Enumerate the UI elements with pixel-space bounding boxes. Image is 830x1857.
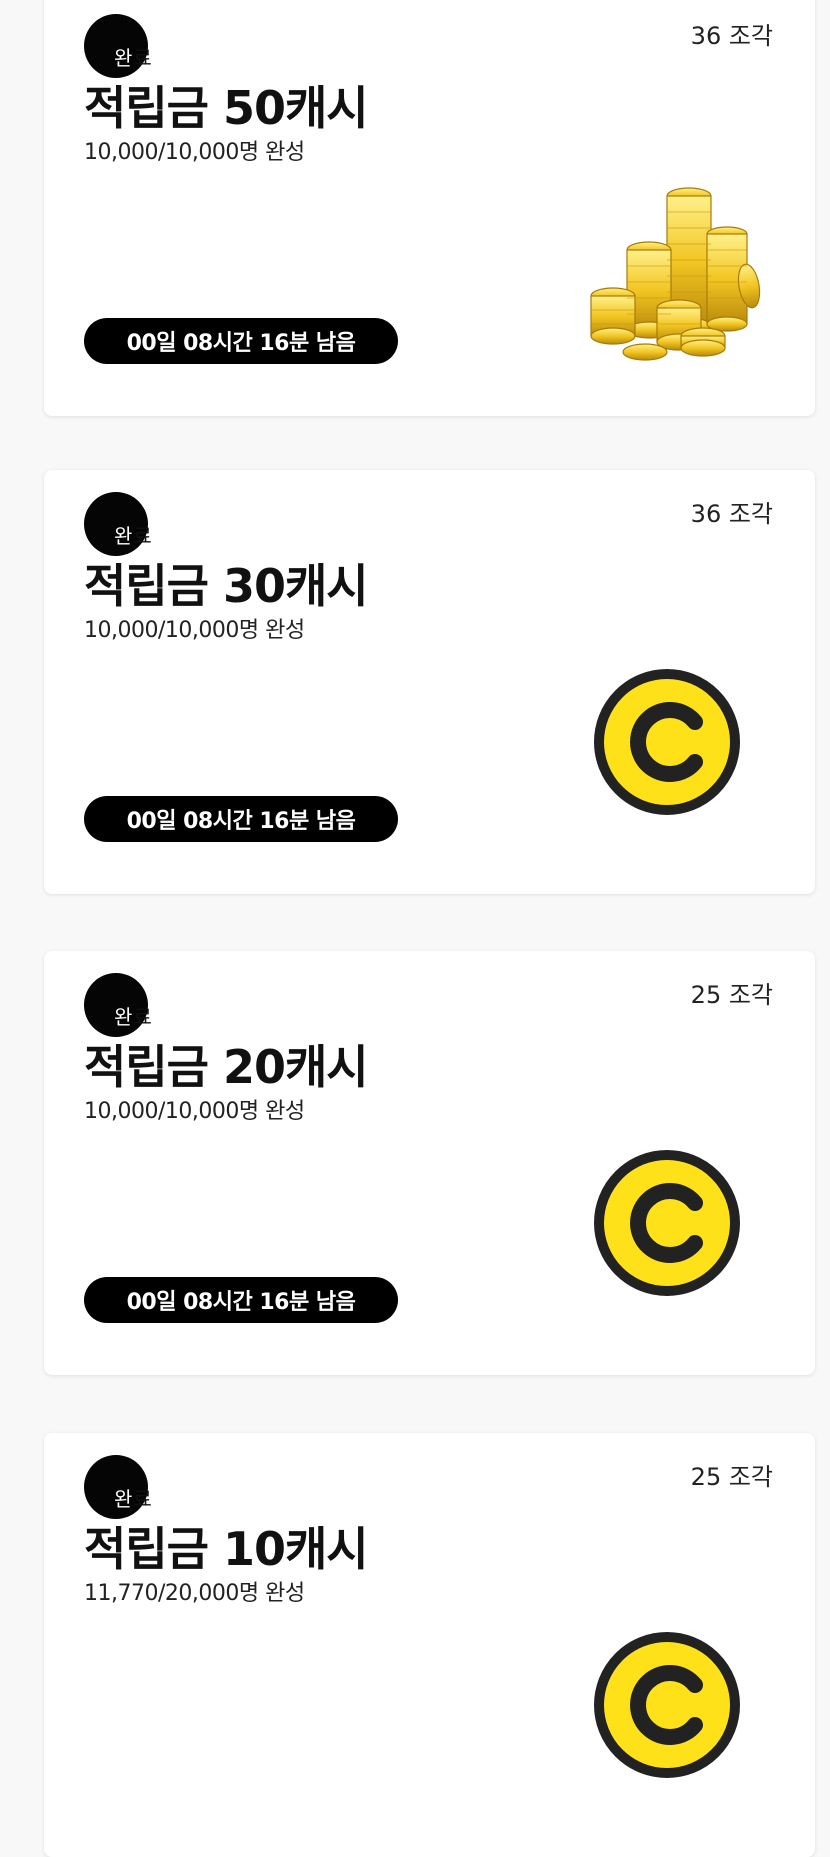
pieces-count: 36 조각 bbox=[690, 22, 773, 50]
reward-card-10[interactable]: 25 조각 완료 적립금 10캐시 11,770/20,000명 완성 bbox=[44, 1433, 815, 1857]
participant-progress: 10,000/10,000명 완성 bbox=[84, 1099, 305, 1124]
participant-progress: 10,000/10,000명 완성 bbox=[84, 140, 305, 165]
reward-title: 적립금 20캐시 bbox=[84, 1040, 369, 1094]
reward-card-50[interactable]: 36 조각 완료 적립금 50캐시 10,000/10,000명 완성 00일 … bbox=[44, 0, 815, 416]
reward-card-30[interactable]: 36 조각 완료 적립금 30캐시 10,000/10,000명 완성 00일 … bbox=[44, 470, 815, 894]
time-remaining-pill: 00일 08시간 16분 남음 bbox=[84, 796, 398, 842]
participant-progress: 11,770/20,000명 완성 bbox=[84, 1581, 305, 1606]
reward-title: 적립금 50캐시 bbox=[84, 81, 369, 135]
complete-badge-label: 완료 bbox=[114, 46, 153, 70]
reward-card-20[interactable]: 25 조각 완료 적립금 20캐시 10,000/10,000명 완성 00일 … bbox=[44, 951, 815, 1375]
pieces-count: 25 조각 bbox=[690, 1463, 773, 1491]
time-remaining-pill: 00일 08시간 16분 남음 bbox=[84, 1277, 398, 1323]
participant-progress: 10,000/10,000명 완성 bbox=[84, 618, 305, 643]
pieces-count: 36 조각 bbox=[690, 500, 773, 528]
complete-badge-label: 완료 bbox=[114, 1005, 153, 1029]
cash-c-coin-icon bbox=[585, 1617, 775, 1809]
reward-title: 적립금 10캐시 bbox=[84, 1522, 369, 1576]
complete-badge-label: 완료 bbox=[114, 1487, 153, 1511]
pieces-count: 25 조각 bbox=[690, 981, 773, 1009]
complete-badge-label: 완료 bbox=[114, 524, 153, 548]
time-remaining-pill: 00일 08시간 16분 남음 bbox=[84, 318, 398, 364]
cash-c-coin-icon bbox=[585, 654, 775, 846]
reward-title: 적립금 30캐시 bbox=[84, 559, 369, 613]
coin-stack-icon bbox=[585, 176, 775, 368]
cash-c-coin-icon bbox=[585, 1135, 775, 1327]
